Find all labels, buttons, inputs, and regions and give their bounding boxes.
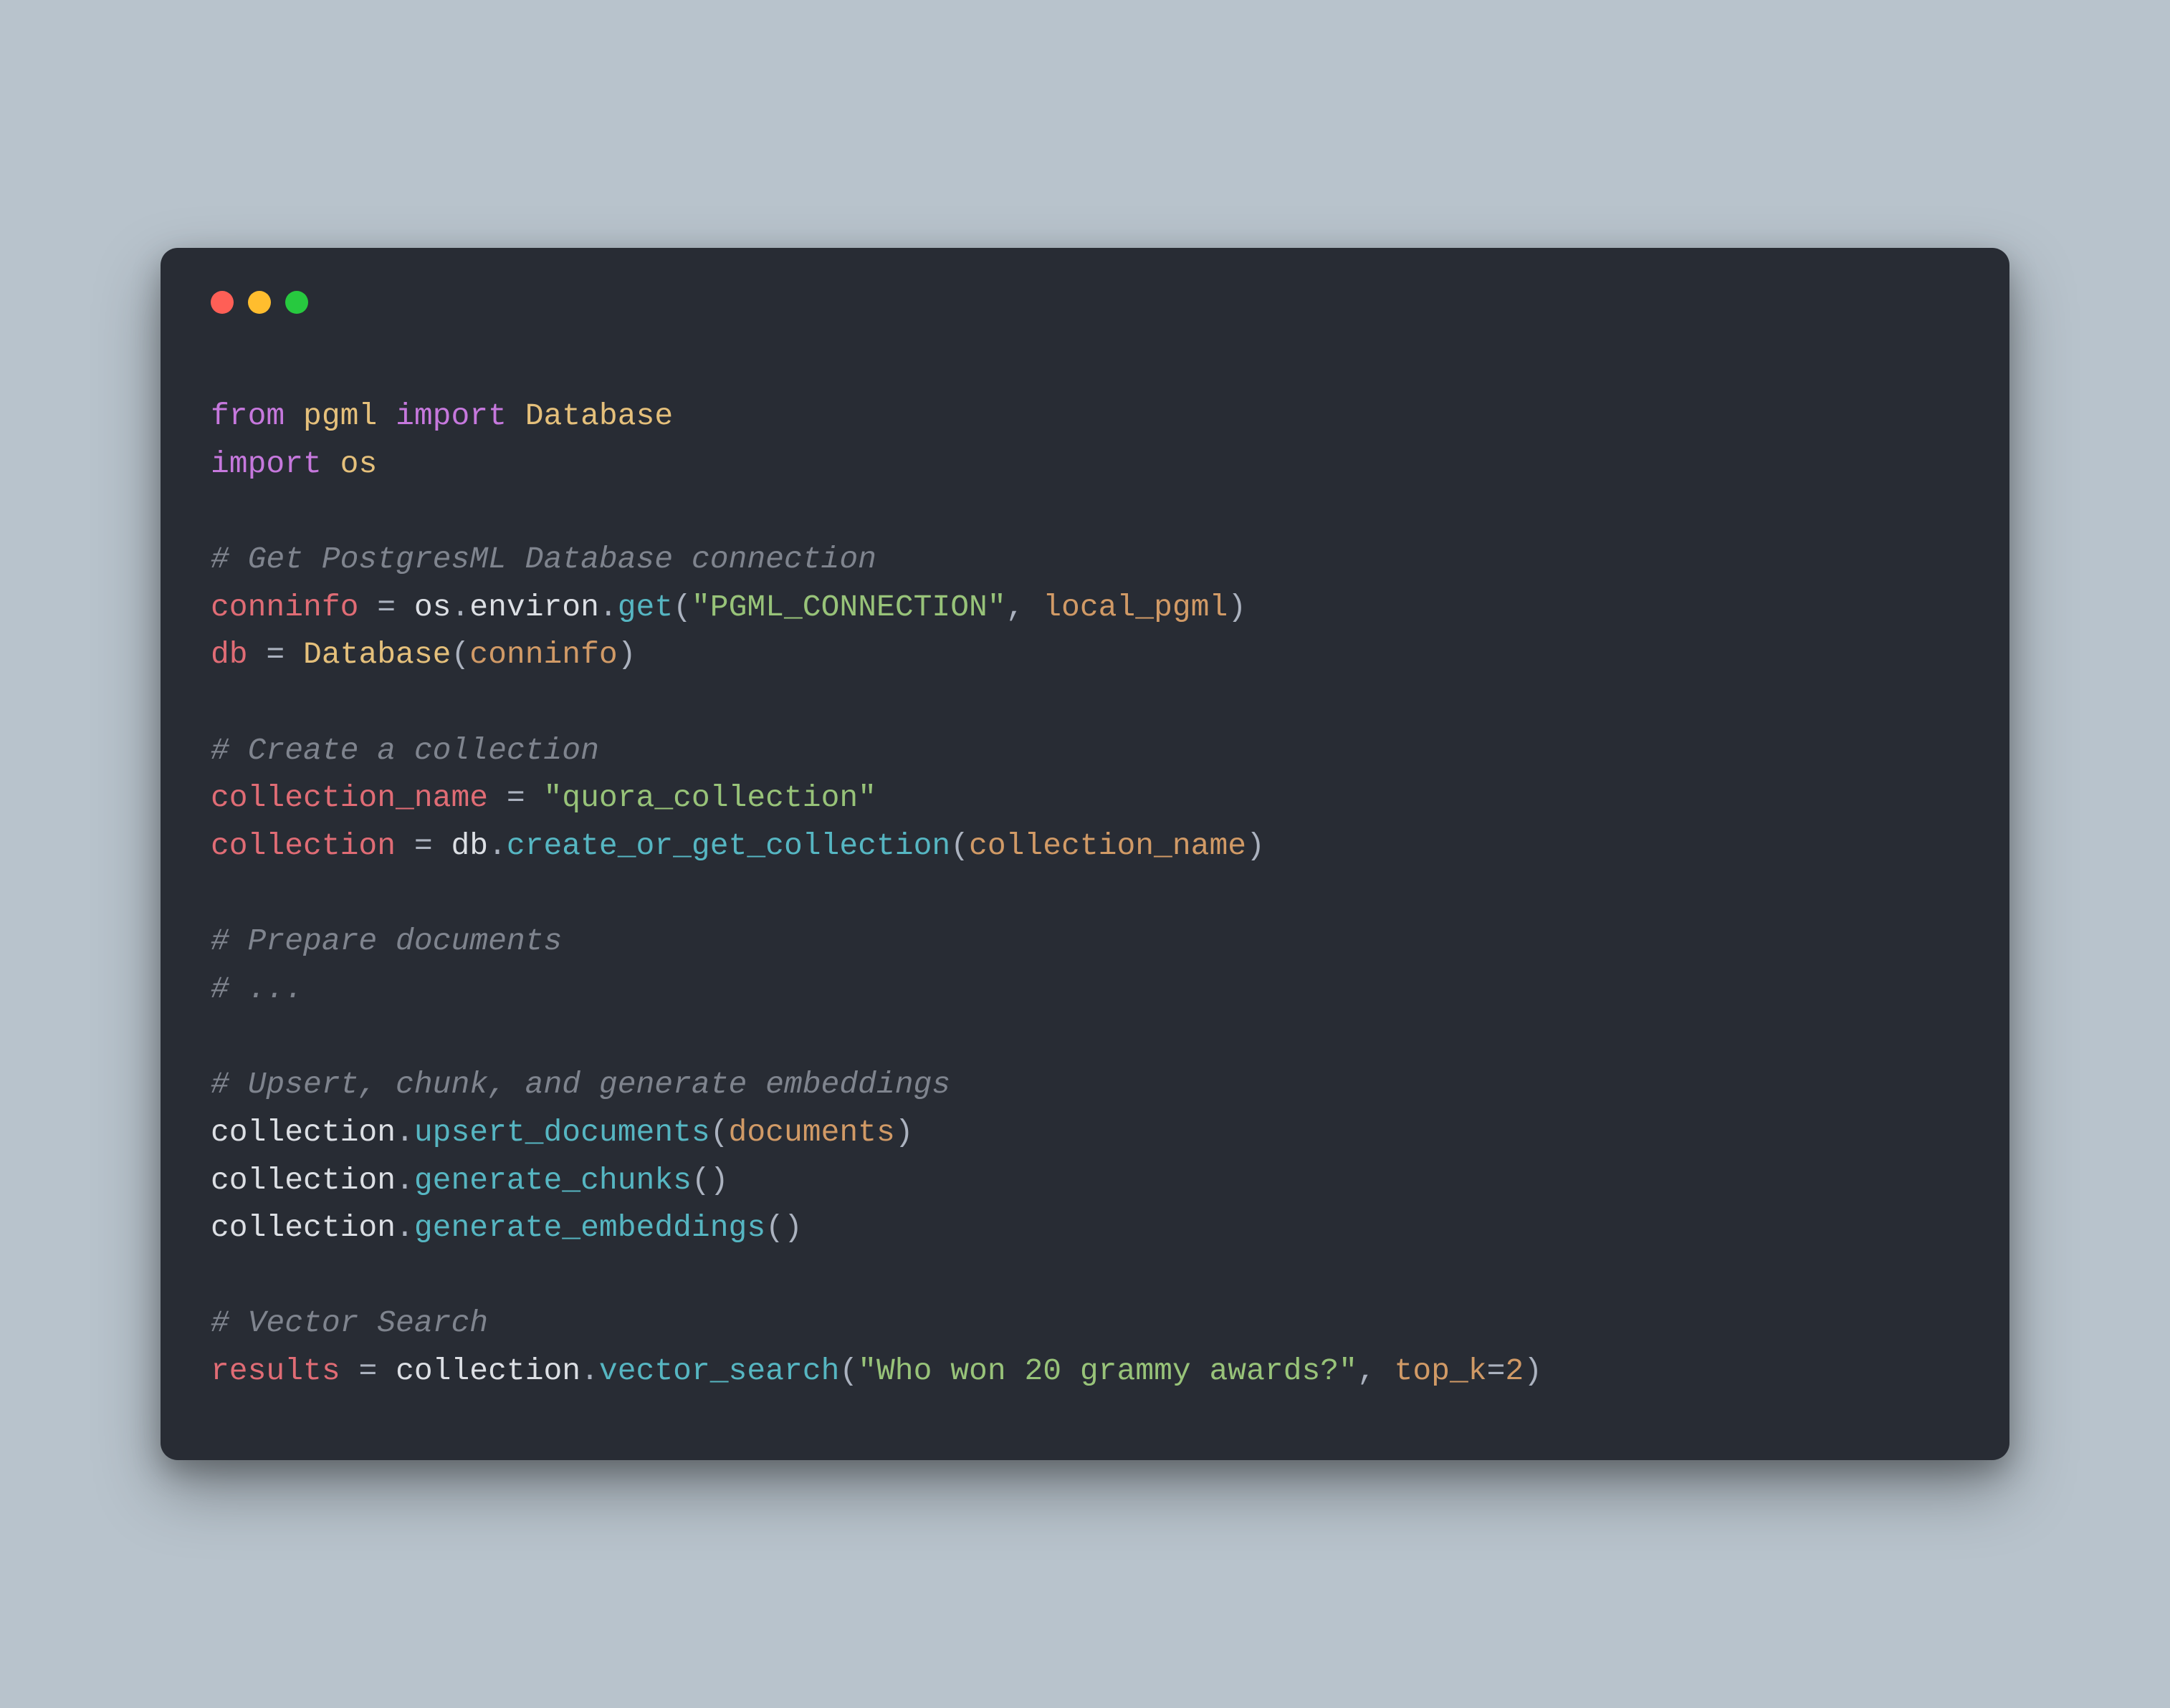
operator: =: [396, 828, 451, 863]
method-name: upsert_documents: [414, 1115, 710, 1150]
paren-close: ): [784, 1210, 803, 1245]
dot: .: [599, 590, 618, 625]
paren-open: (: [451, 637, 469, 672]
comment: # Prepare documents: [211, 923, 562, 959]
paren-close: ): [1524, 1353, 1542, 1388]
comment: # Upsert, chunk, and generate embeddings: [211, 1067, 950, 1102]
operator: =: [248, 637, 303, 672]
string-literal: "PGML_CONNECTION": [692, 590, 1006, 625]
number-literal: 2: [1505, 1353, 1524, 1388]
paren-close: ): [1228, 590, 1246, 625]
attr-ref: environ: [469, 590, 599, 625]
object-ref: db: [451, 828, 488, 863]
comment: # ...: [211, 971, 303, 1007]
operator: =: [340, 1353, 396, 1388]
kwarg-name: top_k: [1395, 1353, 1487, 1388]
paren-close: ): [618, 637, 636, 672]
code-block: from pgml import Database import os # Ge…: [211, 393, 1959, 1395]
object-ref: collection: [211, 1163, 396, 1198]
window-titlebar: [211, 291, 1959, 314]
method-name: create_or_get_collection: [507, 828, 950, 863]
keyword-import: import: [396, 398, 507, 433]
paren-open: (: [710, 1115, 729, 1150]
class-name: Database: [525, 398, 673, 433]
module-name: pgml: [303, 398, 377, 433]
object-ref: collection: [211, 1210, 396, 1245]
dot: .: [451, 590, 469, 625]
dot: .: [580, 1353, 599, 1388]
comment: # Create a collection: [211, 733, 599, 768]
paren-close: ): [1246, 828, 1265, 863]
method-name: generate_chunks: [414, 1163, 692, 1198]
comma: ,: [1357, 1353, 1395, 1388]
paren-close: ): [895, 1115, 914, 1150]
paren-open: (: [839, 1353, 858, 1388]
class-name: Database: [303, 637, 451, 672]
var-results: results: [211, 1353, 340, 1388]
operator: =: [488, 780, 543, 815]
dot: .: [396, 1210, 414, 1245]
argument: conninfo: [469, 637, 617, 672]
keyword-from: from: [211, 398, 285, 433]
var-db: db: [211, 637, 248, 672]
string-literal: "Who won 20 grammy awards?": [858, 1353, 1357, 1388]
method-name: vector_search: [599, 1353, 839, 1388]
string-literal: "quora_collection": [544, 780, 876, 815]
method-name: generate_embeddings: [414, 1210, 765, 1245]
method-name: get: [618, 590, 673, 625]
operator: =: [1487, 1353, 1506, 1388]
comment: # Vector Search: [211, 1305, 488, 1340]
module-name: os: [340, 446, 378, 481]
minimize-icon[interactable]: [248, 291, 271, 314]
argument: documents: [729, 1115, 895, 1150]
paren-open: (: [950, 828, 969, 863]
var-collection-name: collection_name: [211, 780, 488, 815]
comment: # Get PostgresML Database connection: [211, 542, 876, 577]
dot: .: [488, 828, 507, 863]
paren-open: (: [765, 1210, 784, 1245]
var-collection: collection: [211, 828, 396, 863]
object-ref: os: [414, 590, 451, 625]
code-window: from pgml import Database import os # Ge…: [161, 248, 2009, 1459]
keyword-import: import: [211, 446, 322, 481]
paren-close: ): [710, 1163, 729, 1198]
var-conninfo: conninfo: [211, 590, 358, 625]
operator: =: [358, 590, 414, 625]
close-icon[interactable]: [211, 291, 234, 314]
object-ref: collection: [211, 1115, 396, 1150]
zoom-icon[interactable]: [285, 291, 308, 314]
object-ref: collection: [396, 1353, 580, 1388]
comma: ,: [1006, 590, 1043, 625]
paren-open: (: [673, 590, 692, 625]
dot: .: [396, 1115, 414, 1150]
dot: .: [396, 1163, 414, 1198]
argument: local_pgml: [1043, 590, 1228, 625]
paren-open: (: [692, 1163, 710, 1198]
argument: collection_name: [969, 828, 1246, 863]
